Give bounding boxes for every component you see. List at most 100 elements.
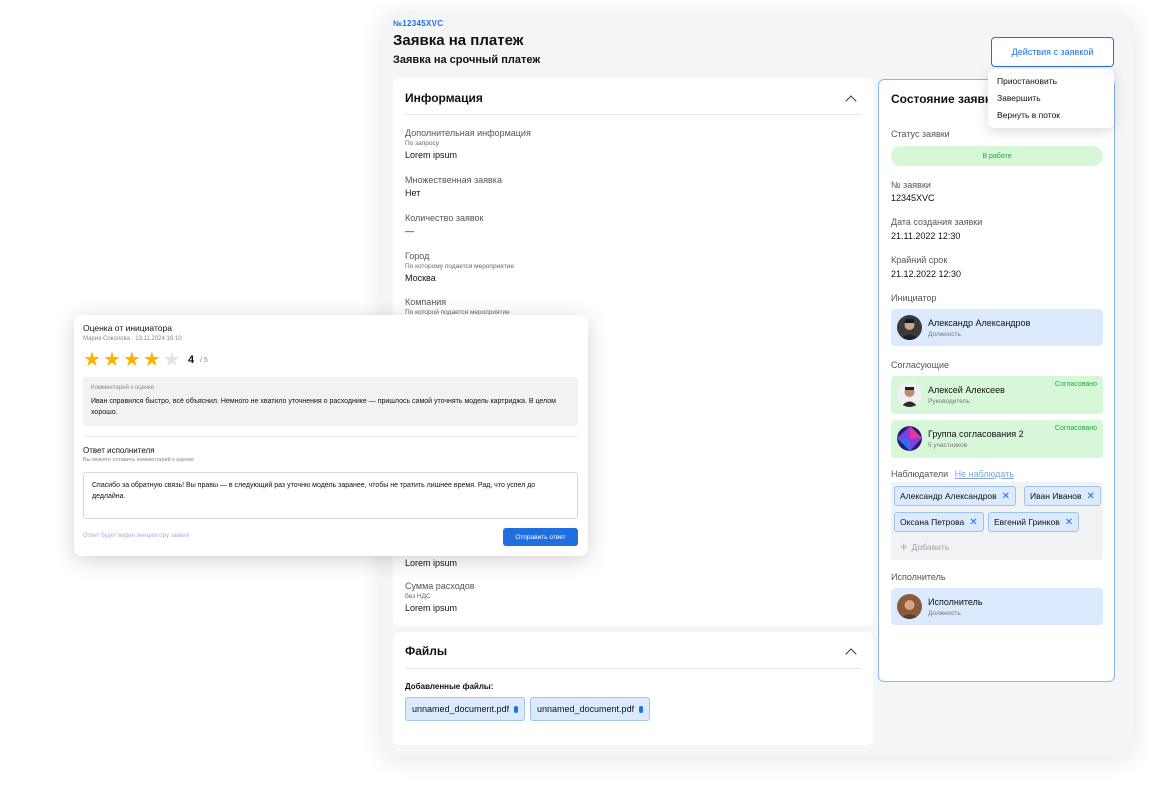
observer-chip[interactable]: Иван Иванов ✕ xyxy=(1024,486,1101,506)
add-observer-button[interactable]: + Добавить xyxy=(900,539,949,554)
executor-role: Должность xyxy=(928,610,961,617)
plus-icon: + xyxy=(900,539,908,554)
field-value: Москва xyxy=(405,273,436,283)
executor-name: Исполнитель xyxy=(928,597,983,607)
files-card: Файлы Добавленные файлы: unnamed_documen… xyxy=(393,632,873,745)
field-label: Количество заявок xyxy=(405,213,484,223)
answer-visibility-note: Ответ будет виден инициатору заявки xyxy=(83,533,190,539)
unwatch-link[interactable]: Не наблюдать xyxy=(955,469,1014,479)
remove-icon[interactable]: ✕ xyxy=(1065,517,1073,528)
observer-chip[interactable]: Евгений Гринков ✕ xyxy=(988,512,1080,532)
field-value: — xyxy=(405,226,414,236)
remove-icon[interactable]: ✕ xyxy=(1002,491,1010,502)
deadline-value: 21.12.2022 12:30 xyxy=(891,269,962,279)
answer-hint: Вы можете оставить комментарий к оценке xyxy=(83,457,194,463)
field-value: Lorem ipsum xyxy=(405,150,458,160)
field-request-count: Количество заявок — xyxy=(405,213,483,238)
attachment-icon xyxy=(514,705,519,713)
observers-label: Наблюдатели xyxy=(891,469,949,479)
added-files-label: Добавленные файлы: xyxy=(405,682,494,691)
observers-box: Александр Александров ✕ Иван Иванов ✕ Ок… xyxy=(891,482,1103,560)
file-chip[interactable]: unnamed_document.pdf xyxy=(405,697,526,721)
field-additional-info: Дополнительная информация По запросу Lor… xyxy=(405,128,531,162)
rating-meta: Мария Соколова · 13.11.2024 16:10 xyxy=(83,336,182,342)
approver-name: Группа согласования 2 xyxy=(928,429,1024,439)
number-value: 12345XVC xyxy=(891,193,935,203)
star-icon: ★ xyxy=(122,349,141,371)
observer-name: Иван Иванов xyxy=(1030,491,1082,501)
approver-role: Руководитель xyxy=(928,398,970,405)
observers-header: Наблюдатели Не наблюдать xyxy=(891,469,1014,479)
approvers-label: Согласующие xyxy=(891,360,950,370)
field-hint: без НДС xyxy=(405,593,431,600)
rating-popup: Оценка от инициатора Мария Соколова · 13… xyxy=(74,315,588,556)
approver-name: Алексей Алексеев xyxy=(928,385,1005,395)
request-actions-button[interactable]: Действия с заявкой xyxy=(991,37,1114,67)
initiator-name: Александр Александров xyxy=(928,318,1031,328)
divider xyxy=(83,436,578,437)
star-icon: ★ xyxy=(83,349,101,371)
answer-input[interactable]: Спасибо за обратную связь! Вы правы — в … xyxy=(83,472,578,519)
field-lower-value: Lorem ipsum xyxy=(405,556,457,570)
actions-dropdown: Приостановить Завершить Вернуть в поток xyxy=(988,69,1114,128)
status-label: Статус заявки xyxy=(891,129,950,139)
rating-score: 4 xyxy=(188,354,195,366)
avatar xyxy=(897,315,922,340)
observer-chip[interactable]: Александр Александров ✕ xyxy=(894,486,1017,506)
field-label: Сумма расходов xyxy=(405,581,475,591)
created-label: Дата создания заявки xyxy=(891,217,983,227)
comment-label: Комментарий к оценке xyxy=(91,385,155,391)
field-value: Нет xyxy=(405,188,421,198)
initiator-label: Инициатор xyxy=(891,293,937,303)
star-icon: ★ xyxy=(162,349,181,371)
avatar xyxy=(897,382,922,407)
field-expense: Сумма расходов без НДС Lorem ipsum xyxy=(405,581,475,615)
field-city: Город По которому подается мероприятие М… xyxy=(405,251,514,285)
remove-icon[interactable]: ✕ xyxy=(969,517,977,528)
field-label: Дополнительная информация xyxy=(405,128,531,138)
field-label: Множественная заявка xyxy=(405,175,502,185)
initiator-card[interactable]: Александр Александров Должность xyxy=(891,309,1103,346)
field-label: Компания xyxy=(405,297,447,307)
file-name: unnamed_document.pdf xyxy=(412,704,510,714)
rating-title: Оценка от инициатора xyxy=(83,323,172,333)
approval-status: Согласовано xyxy=(1054,425,1097,432)
request-id: №12345XVC xyxy=(393,19,444,28)
answer-title: Ответ исполнителя xyxy=(83,446,155,455)
status-panel-title: Состояние заявки xyxy=(891,92,999,106)
approver-card[interactable]: Группа согласования 2 5 участников Согла… xyxy=(891,420,1103,458)
menu-item-complete[interactable]: Завершить xyxy=(988,90,1114,107)
initiator-role: Должность xyxy=(928,331,961,338)
file-chip[interactable]: unnamed_document.pdf xyxy=(530,697,651,721)
send-answer-button[interactable]: Отправить ответ xyxy=(503,528,578,546)
star-icon: ★ xyxy=(142,349,161,371)
executor-card[interactable]: Исполнитель Должность xyxy=(891,588,1103,625)
field-hint: По запросу xyxy=(405,140,439,147)
menu-item-pause[interactable]: Приостановить xyxy=(988,73,1114,90)
star-rating: ★ ★ ★ ★ ★ xyxy=(83,350,181,370)
created-value: 21.11.2022 12:30 xyxy=(891,231,961,241)
remove-icon[interactable]: ✕ xyxy=(1087,491,1095,502)
file-name: unnamed_document.pdf xyxy=(537,704,635,714)
field-value: Lorem ipsum xyxy=(405,558,458,568)
star-icon: ★ xyxy=(102,349,121,371)
observer-name: Евгений Гринков xyxy=(994,517,1060,527)
observer-chip[interactable]: Оксана Петрова ✕ xyxy=(894,512,984,532)
group-avatar xyxy=(897,426,922,451)
deadline-label: Крайний срок xyxy=(891,255,948,265)
approver-card[interactable]: Алексей Алексеев Руководитель Согласован… xyxy=(891,376,1103,414)
rating-score-max: / 5 xyxy=(200,357,208,364)
page-title: Заявка на платеж xyxy=(393,32,524,49)
field-value: Lorem ipsum xyxy=(405,603,458,613)
page-subtitle: Заявка на срочный платеж xyxy=(393,54,541,66)
comment-text: Иван справился быстро, всё объяснил. Нем… xyxy=(91,398,556,416)
observer-name: Александр Александров xyxy=(900,491,997,501)
attachment-icon xyxy=(639,705,644,713)
field-hint: По которому подается мероприятие xyxy=(405,263,514,270)
observer-name: Оксана Петрова xyxy=(900,517,965,527)
status-panel: Состояние заявки Статус заявки В работе … xyxy=(878,79,1115,682)
collapse-chevron-icon[interactable] xyxy=(845,648,857,660)
collapse-chevron-icon[interactable] xyxy=(845,95,857,107)
field-multiple-request: Множественная заявка Нет xyxy=(405,175,502,200)
menu-item-return[interactable]: Вернуть в поток xyxy=(988,107,1114,124)
